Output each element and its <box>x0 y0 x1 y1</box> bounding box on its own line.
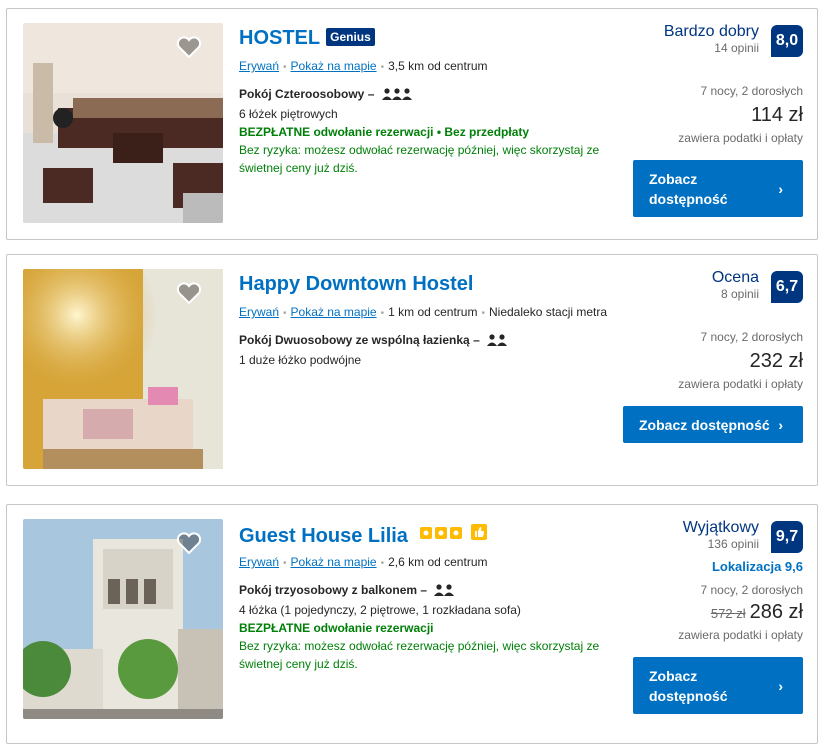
chevron-right-icon: › <box>778 180 783 197</box>
person-icon <box>434 583 455 601</box>
see-availability-button[interactable]: Zobacz dostępność › <box>623 406 803 443</box>
location-score[interactable]: Lokalizacja 9,6 <box>712 559 803 574</box>
free-cancellation: BEZPŁATNE odwołanie rezerwacji <box>239 621 434 635</box>
location-line: Erywań • Pokaż na mapie • 1 km od centrum • Ni… <box>239 305 608 319</box>
thumbs-up-icon <box>471 523 488 546</box>
property-name[interactable]: HOSTEL Genius <box>239 27 375 50</box>
price: 232 zł <box>749 350 803 372</box>
no-risk-text: Bez ryzyka: możesz odwołać rezerwację pó… <box>239 639 600 671</box>
old-price: 572 zł <box>710 606 746 621</box>
property-name[interactable]: Guest House Lilia <box>239 523 488 548</box>
genius-badge: Genius <box>326 28 375 46</box>
property-name-text[interactable]: Happy Downtown Hostel <box>239 273 473 295</box>
distance-text: 2,6 km od centrum <box>388 555 488 569</box>
taxes-note: zawiera podatki i opłaty <box>678 377 803 391</box>
location-line: Erywań • Pokaż na mapie • 2,6 km od centrum <box>239 555 488 569</box>
button-label: Zobacz dostępność <box>649 667 728 704</box>
price: 114 zł <box>751 104 803 126</box>
room-type: Pokój Dwuosobowy ze wspólną łazienką <box>239 333 470 347</box>
location-line: Erywań • Pokaż na mapie • 3,5 km od centrum <box>239 59 488 73</box>
room-info: Pokój Dwuosobowy ze wspólną łazienką – 1… <box>239 331 619 369</box>
distance-text: 3,5 km od centrum <box>388 59 488 73</box>
see-availability-button[interactable]: Zobacz dostępność › <box>633 657 803 714</box>
show-on-map-link[interactable]: Pokaż na mapie <box>291 555 377 569</box>
room-info: Pokój trzyosobowy z balkonem – 4 łóżka (… <box>239 581 619 673</box>
person-icon <box>381 87 412 105</box>
review-summary[interactable]: Bardzo dobry 14 opinii <box>664 23 759 55</box>
room-type: Pokój Czteroosobowy <box>239 87 365 101</box>
stay-duration: 7 nocy, 2 dorosłych <box>700 84 804 98</box>
review-score-badge[interactable]: 6,7 <box>771 271 803 303</box>
area-link[interactable]: Erywań <box>239 59 279 73</box>
rating-word: Ocena <box>711 269 759 286</box>
person-icon <box>487 333 508 351</box>
distance-text: 1 km od centrum <box>388 305 478 319</box>
show-on-map-link[interactable]: Pokaż na mapie <box>291 305 377 319</box>
no-risk-text: Bez ryzyka: możesz odwołać rezerwację pó… <box>239 143 600 175</box>
taxes-note: zawiera podatki i opłaty <box>678 628 803 642</box>
review-score-badge[interactable]: 8,0 <box>771 25 803 57</box>
chevron-right-icon: › <box>778 677 783 694</box>
bed-config: 4 łóżka (1 pojedynczy, 2 piętrowe, 1 roz… <box>239 603 521 617</box>
see-availability-button[interactable]: Zobacz dostępność › <box>633 160 803 217</box>
property-name-text[interactable]: Guest House Lilia <box>239 525 408 547</box>
property-card: Guest House Lilia Erywań • Pokaż na mapie •… <box>6 504 818 744</box>
bed-config: 1 duże łóżko podwójne <box>239 353 362 367</box>
show-on-map-link[interactable]: Pokaż na mapie <box>291 59 377 73</box>
area-link[interactable]: Erywań <box>239 305 279 319</box>
property-card: Happy Downtown Hostel Erywań • Pokaż na ma… <box>6 254 818 486</box>
property-name[interactable]: Happy Downtown Hostel <box>239 273 473 296</box>
review-count: 136 opinii <box>707 537 759 551</box>
bed-config: 6 łóżek piętrowych <box>239 107 338 121</box>
chevron-right-icon: › <box>778 416 783 433</box>
heart-icon[interactable] <box>175 529 203 557</box>
heart-icon[interactable] <box>175 279 203 307</box>
heart-icon[interactable] <box>175 33 203 61</box>
price: 286 zł <box>749 601 803 623</box>
price-block: 7 nocy, 2 dorosłych 572 zł 286 zł zawiera… <box>678 583 803 642</box>
price-block: 7 nocy, 2 dorosłych 232 zł zawiera podat… <box>678 330 803 391</box>
taxes-note: zawiera podatki i opłaty <box>678 131 803 145</box>
review-summary[interactable]: Ocena 8 opinii <box>712 269 759 301</box>
metro-note: Niedaleko stacji metra <box>489 305 608 319</box>
room-info: Pokój Czteroosobowy – 6 łóżek piętrowych… <box>239 85 619 177</box>
room-type: Pokój trzyosobowy z balkonem <box>239 583 418 597</box>
button-label: Zobacz dostępność <box>639 416 770 433</box>
stay-duration: 7 nocy, 2 dorosłych <box>700 330 804 344</box>
free-cancellation: BEZPŁATNE odwołanie rezerwacji • Bez prz… <box>239 125 530 139</box>
rating-word: Wyjątkowy <box>682 519 759 536</box>
rating-word: Bardzo dobry <box>663 23 759 40</box>
stay-duration: 7 nocy, 2 dorosłych <box>700 583 804 597</box>
review-summary[interactable]: Wyjątkowy 136 opinii <box>683 519 759 551</box>
property-card: HOSTEL Genius Erywań • Pokaż na mapie • 3,5 k… <box>6 8 818 240</box>
property-name-text[interactable]: HOSTEL <box>239 27 320 49</box>
review-count: 14 opinii <box>714 41 759 55</box>
button-label: Zobacz dostępność <box>649 170 728 207</box>
price-block: 7 nocy, 2 dorosłych 114 zł zawiera podat… <box>678 84 803 145</box>
review-count: 8 opinii <box>720 287 759 301</box>
square-star-icon <box>419 523 464 546</box>
review-score-badge[interactable]: 9,7 <box>771 521 803 553</box>
area-link[interactable]: Erywań <box>239 555 279 569</box>
